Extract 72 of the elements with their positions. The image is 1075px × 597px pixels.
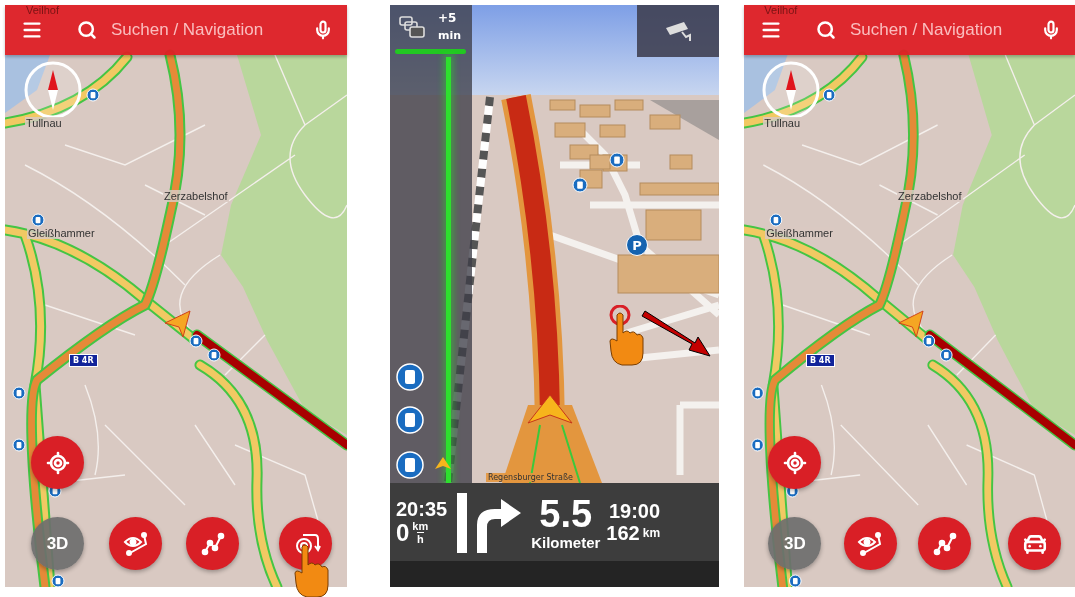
fuel-pin-icon — [822, 88, 836, 102]
position-arrow-icon — [164, 310, 191, 338]
fuel-pin-icon — [189, 334, 203, 348]
position-arrow-icon — [898, 310, 924, 338]
3d-view-button[interactable]: 3D — [31, 517, 84, 570]
remaining-distance: 162 — [606, 523, 640, 543]
fuel-pin-icon — [396, 451, 424, 479]
speed-value: 0 — [396, 521, 410, 545]
position-arrow-icon — [527, 394, 573, 424]
position-arrow-icon — [435, 457, 451, 469]
distance-unit: Kilometer — [531, 534, 601, 550]
3d-view-button[interactable]: 3D — [768, 517, 822, 570]
place-label: Veilhof — [25, 4, 61, 16]
arrival-time: 19:00 — [608, 501, 661, 521]
place-label: Zerzabelshof — [163, 190, 229, 202]
road-number-sign: B 4R — [69, 354, 98, 367]
fuel-pin-icon — [31, 213, 45, 227]
route-preview-button[interactable] — [843, 517, 897, 570]
fuel-pin-icon — [207, 348, 221, 362]
fuel-pin-icon — [12, 438, 26, 452]
fuel-pin-icon — [572, 177, 588, 193]
place-label: Tullnau — [763, 117, 801, 129]
fuel-pin-icon — [769, 213, 783, 227]
fuel-pin-icon — [51, 574, 65, 587]
fuel-pin-icon — [751, 438, 764, 452]
fuel-pin-icon — [396, 406, 424, 434]
fuel-pin-icon — [789, 574, 802, 587]
fuel-pin-icon — [922, 334, 936, 348]
traffic-delay-unit: min — [438, 29, 462, 42]
road-number-sign: B 4R — [805, 354, 835, 367]
traffic-status-bar — [395, 49, 466, 54]
place-label: Veilhof — [763, 4, 799, 16]
search-field[interactable]: Suchen / Navigation — [109, 19, 301, 41]
water-area — [5, 55, 50, 113]
eye-route-icon — [121, 529, 150, 558]
locate-icon — [45, 450, 70, 475]
place-label: Gleißhammer — [765, 227, 834, 239]
search-icon — [77, 20, 97, 40]
fuel-pin-icon — [751, 386, 764, 400]
microphone-button[interactable] — [313, 20, 333, 40]
place-label: Tullnau — [25, 117, 63, 129]
menu-button[interactable] — [21, 19, 43, 41]
route-icon — [931, 530, 958, 557]
compass-icon[interactable] — [23, 60, 83, 120]
car-button[interactable] — [1008, 517, 1062, 570]
street-name: Regensburger Straße — [486, 473, 575, 482]
locate-icon — [782, 450, 807, 475]
traffic-cars-icon — [398, 15, 426, 39]
remaining-unit: km — [642, 527, 661, 539]
search-field[interactable]: Suchen / Navigation — [848, 19, 1029, 41]
menu-button[interactable] — [760, 19, 782, 41]
microphone-button[interactable] — [1041, 20, 1061, 40]
water-area — [744, 55, 788, 113]
search-icon — [816, 20, 836, 40]
route-button[interactable] — [918, 517, 972, 570]
fuel-pin-icon — [12, 386, 26, 400]
traffic-camera-icon — [664, 20, 692, 42]
distance-value: 5.5 — [539, 494, 593, 533]
fuel-pin-icon — [609, 152, 625, 168]
place-label: Zerzabelshof — [896, 190, 963, 202]
route-preview-button[interactable] — [109, 517, 162, 570]
fuel-pin-icon — [86, 88, 100, 102]
place-label: Gleißhammer — [27, 227, 96, 239]
current-time: 20:35 — [396, 499, 448, 519]
speed-unit: km — [412, 521, 429, 532]
fuel-pin-icon — [940, 348, 953, 362]
speed-unit: h — [416, 532, 424, 545]
route-button[interactable] — [186, 517, 239, 570]
fuel-pin-icon — [396, 363, 424, 391]
compass-icon[interactable] — [761, 60, 822, 120]
route-icon — [199, 530, 226, 557]
traffic-delay-value: +5 — [438, 11, 457, 25]
